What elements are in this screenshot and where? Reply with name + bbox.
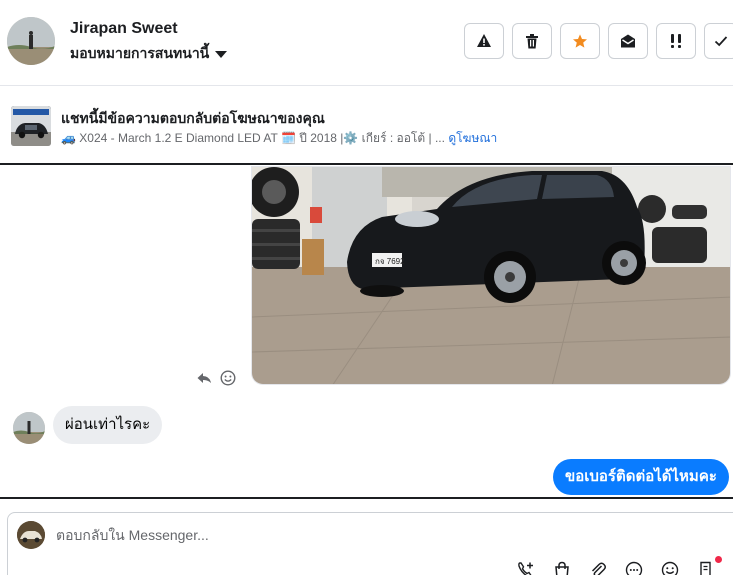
assign-label: มอบหมายการสนทนานี้ — [70, 45, 210, 61]
incoming-message: ผ่อนเท่าไรคะ — [53, 406, 163, 444]
receipt-icon — [700, 561, 711, 575]
saved-replies-button[interactable] — [624, 560, 644, 575]
contact-avatar[interactable] — [7, 17, 55, 65]
receipt-button[interactable] — [696, 556, 722, 575]
calendar-icon: 🗓️ — [280, 131, 296, 145]
report-spam-button[interactable] — [464, 23, 504, 59]
emoji-button[interactable] — [660, 560, 680, 575]
outgoing-message: ขอเบอร์ติดต่อได้ไหมคะ — [553, 459, 729, 495]
reply-icon[interactable] — [196, 370, 212, 386]
caret-down-icon — [215, 51, 228, 58]
notification-dot — [715, 556, 722, 563]
attach-file-button[interactable] — [588, 560, 608, 575]
mark-done-button[interactable] — [704, 23, 733, 59]
ad-details: 🚙 X024 - March 1.2 E Diamond LED AT 🗓️ ป… — [61, 129, 497, 148]
delete-button[interactable] — [512, 23, 552, 59]
ad-car-year: ปี 2018 | — [299, 131, 344, 145]
ad-car-gear: เกียร์ : ออโต้ | ... — [361, 131, 445, 145]
gear-icon: ⚙️ — [343, 131, 359, 145]
assign-conversation-dropdown[interactable]: มอบหมายการสนทนานี้ — [70, 43, 228, 65]
reply-composer — [7, 512, 733, 575]
ad-thumbnail[interactable] — [11, 106, 51, 146]
mark-unread-button[interactable] — [608, 23, 648, 59]
ad-reply-banner: แชทนี้มีข้อความตอบกลับต่อโฆษณาของคุณ 🚙 X… — [0, 86, 733, 165]
shop-button[interactable] — [552, 560, 572, 575]
react-emoji-icon[interactable] — [220, 370, 236, 386]
car-photo-attachment[interactable]: กจ 7692 — [251, 166, 731, 385]
conversation-header: Jirapan Sweet มอบหมายการสนทนานี้ — [0, 0, 733, 86]
saved-reply-icon — [625, 561, 643, 575]
follow-up-icon — [671, 34, 681, 48]
composer-toolbar — [516, 556, 722, 575]
contact-avatar-small[interactable] — [13, 412, 45, 444]
message-actions — [196, 370, 236, 386]
attachment-icon — [591, 562, 606, 575]
star-button[interactable] — [560, 23, 600, 59]
emoji-icon — [661, 561, 679, 575]
shopping-bag-icon — [555, 561, 569, 575]
ad-car-model: X024 - March 1.2 E Diamond LED AT — [79, 131, 278, 145]
svg-text:กจ 7692: กจ 7692 — [375, 257, 405, 266]
done-icon — [714, 36, 728, 47]
warning-icon — [477, 34, 491, 47]
messenger-reply-input[interactable] — [56, 523, 456, 547]
page-avatar — [17, 521, 45, 549]
car-icon: 🚙 — [61, 131, 76, 145]
view-ad-link[interactable]: ดูโฆษณา — [448, 131, 497, 145]
composer-divider — [0, 497, 733, 499]
ad-banner-title: แชทนี้มีข้อความตอบกลับต่อโฆษณาของคุณ — [61, 110, 325, 126]
trash-icon — [526, 33, 538, 48]
contact-name[interactable]: Jirapan Sweet — [70, 20, 178, 38]
add-contact-button[interactable] — [516, 560, 536, 575]
star-icon — [573, 34, 587, 48]
mark-unread-icon — [621, 34, 635, 48]
add-contact-icon — [518, 562, 533, 575]
follow-up-button[interactable] — [656, 23, 696, 59]
